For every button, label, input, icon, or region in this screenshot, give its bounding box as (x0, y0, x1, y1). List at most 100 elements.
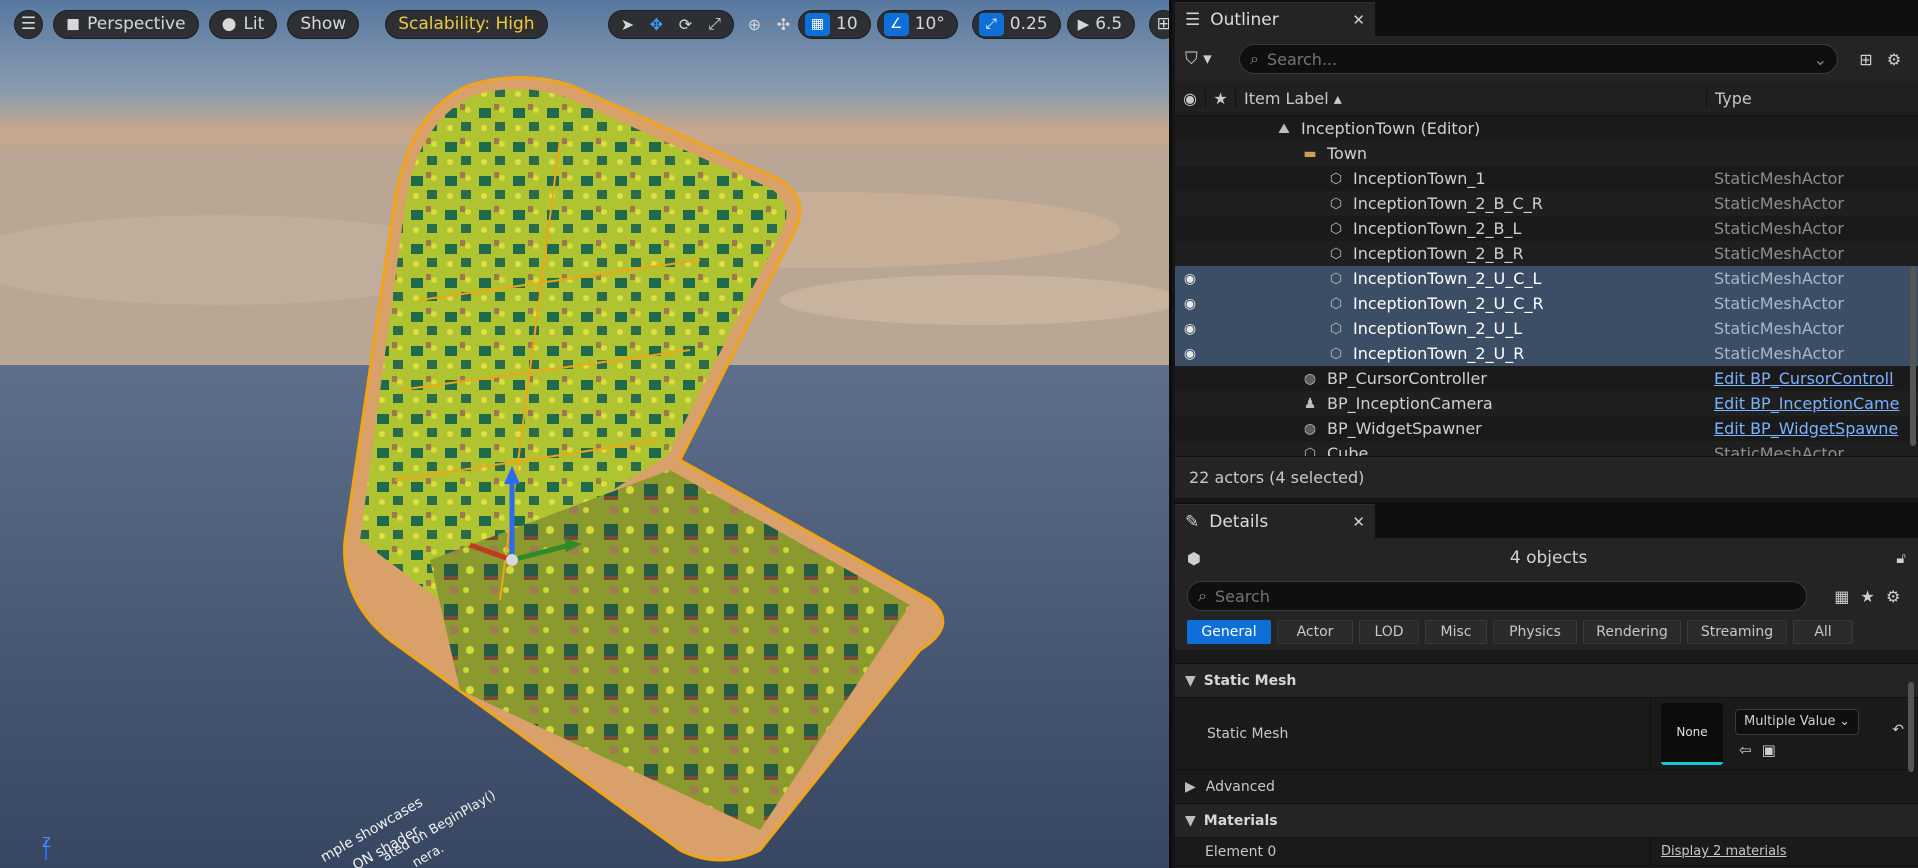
outliner-row[interactable]: ◍ BP_WidgetSpawner Edit BP_WidgetSpawne (1175, 416, 1918, 441)
details-scrollbar[interactable] (1908, 682, 1914, 772)
item-type-text: StaticMeshActor (1714, 444, 1844, 456)
static-mesh-section[interactable]: ▼ Static Mesh (1175, 664, 1918, 698)
scale-snap-group[interactable]: ⤢ 0.25 (971, 9, 1061, 39)
outliner-row-label: ◍ BP_CursorController (1235, 369, 1706, 388)
materials-section[interactable]: ▼ Materials (1175, 804, 1918, 838)
chevron-down-icon[interactable]: ⌄ (1814, 50, 1827, 69)
static-mesh-prop-label: Static Mesh (1207, 725, 1289, 742)
surface-snap-toggle[interactable]: ✣ (769, 12, 798, 37)
item-label-text: InceptionTown (Editor) (1301, 119, 1481, 138)
edit-blueprint-link[interactable]: Edit BP_CursorControll (1706, 369, 1918, 388)
grid-snap-group[interactable]: ▦ 10 (798, 9, 871, 39)
browse-folder-icon[interactable]: ▣ (1762, 741, 1776, 759)
scale-snap-value: 0.25 (1009, 14, 1048, 34)
add-folder-icon[interactable]: ⊞ (1852, 50, 1880, 69)
close-icon[interactable]: ✕ (1352, 11, 1365, 29)
scalability-button[interactable]: Scalability: High (385, 9, 548, 39)
element0-row: Element 0 Display 2 materials (1175, 838, 1918, 866)
search-icon: ⌕ (1198, 586, 1207, 605)
transform-tools: ➤ ✥ ⟳ ⤢ (608, 9, 734, 39)
outliner-search-input[interactable] (1266, 49, 1814, 69)
show-button[interactable]: Show (287, 9, 360, 39)
viewport-layout-button[interactable]: ⊞ (1149, 9, 1169, 39)
edit-blueprint-link[interactable]: Edit BP_WidgetSpawne (1706, 419, 1918, 438)
details-search[interactable]: ⌕ (1187, 581, 1807, 611)
type-column[interactable]: Type (1706, 89, 1918, 108)
item-label-column[interactable]: Item Label ▴ (1235, 89, 1706, 108)
viewport-scene[interactable] (0, 0, 1172, 868)
details-tab[interactable]: ✎ Details ✕ (1175, 504, 1375, 538)
category-physics[interactable]: Physics (1493, 620, 1577, 644)
category-all[interactable]: All (1793, 620, 1853, 644)
category-actor[interactable]: Actor (1277, 620, 1353, 644)
category-rendering[interactable]: Rendering (1583, 620, 1681, 644)
rotation-snap-group[interactable]: ∠ 10° (876, 9, 958, 39)
outliner-row[interactable]: ◉ ⬡ InceptionTown_2_U_L StaticMeshActor (1175, 316, 1918, 341)
outliner-row[interactable]: ⬡ InceptionTown_2_B_L StaticMeshActor (1175, 216, 1918, 241)
star-icon[interactable]: ★ (1855, 587, 1881, 606)
scale-tool[interactable]: ⤢ (700, 12, 729, 37)
item-type-text: StaticMeshActor (1714, 319, 1844, 338)
gear-icon[interactable]: ⚙ (1880, 50, 1908, 69)
lock-icon[interactable]: 🔓︎ (1896, 549, 1906, 567)
level-viewport[interactable]: mple showcases ON shader. ated on BeginP… (0, 0, 1172, 868)
use-selected-icon[interactable]: ⇦ (1739, 741, 1752, 759)
outliner-row[interactable]: ◉ ⬡ InceptionTown_2_U_C_L StaticMeshActor (1175, 266, 1918, 291)
outliner-row[interactable]: ◉ ⬡ InceptionTown_2_U_R StaticMeshActor (1175, 341, 1918, 366)
camera-speed-group[interactable]: ▶ 6.5 (1066, 9, 1136, 39)
category-lod[interactable]: LOD (1359, 620, 1419, 644)
category-misc[interactable]: Misc (1425, 620, 1487, 644)
mesh-combo-label: Multiple Value (1744, 714, 1836, 729)
lit-button[interactable]: ● Lit (208, 9, 278, 39)
close-icon[interactable]: ✕ (1352, 513, 1365, 531)
sphere-icon: ● (221, 14, 237, 34)
outliner-row[interactable]: ⛰ InceptionTown (Editor) (1175, 116, 1918, 141)
outliner-tab-title: Outliner (1210, 9, 1279, 30)
mesh-combo[interactable]: Multiple Value ⌄ (1735, 708, 1859, 735)
outliner-row[interactable]: ◍ BP_CursorController Edit BP_CursorContro… (1175, 366, 1918, 391)
surface-snap-icon: ✣ (776, 14, 791, 34)
table-view-icon[interactable]: ▦ (1829, 587, 1855, 606)
display-materials-link[interactable]: Display 2 materials (1661, 844, 1787, 859)
visibility-eye-icon[interactable]: ◉ (1175, 271, 1205, 287)
viewport-menu-button[interactable]: ☰ (14, 9, 43, 39)
mesh-thumbnail[interactable]: None (1661, 702, 1723, 765)
outliner-row-label: ⬡ InceptionTown_2_B_L (1235, 219, 1706, 238)
rotate-tool[interactable]: ⟳ (671, 12, 700, 37)
outliner-row[interactable]: ⬡ InceptionTown_2_B_C_R StaticMeshActor (1175, 191, 1918, 216)
outliner-row[interactable]: ⬡ InceptionTown_2_B_R StaticMeshActor (1175, 241, 1918, 266)
outliner-row[interactable]: ⬡ Cube StaticMeshActor (1175, 441, 1918, 456)
item-type-text: StaticMeshActor (1714, 194, 1844, 213)
outliner-tree[interactable]: ⛰ InceptionTown (Editor) ▬ Town ⬡ InceptionTo… (1175, 116, 1918, 456)
details-tab-title: Details (1209, 511, 1269, 532)
select-tool[interactable]: ➤ (613, 12, 642, 37)
visibility-column-icon[interactable]: ◉ (1175, 89, 1205, 108)
hamburger-icon: ☰ (20, 14, 37, 34)
visibility-eye-icon[interactable]: ◉ (1175, 321, 1205, 337)
advanced-row[interactable]: ▶ Advanced (1175, 770, 1918, 804)
outliner-tab[interactable]: ☰ Outliner ✕ (1175, 2, 1375, 36)
translate-tool[interactable]: ✥ (642, 12, 671, 37)
world-local-toggle[interactable]: ⊕ (740, 12, 769, 37)
outliner-row[interactable]: ▬ Town (1175, 141, 1918, 166)
edit-blueprint-link[interactable]: Edit BP_InceptionCame (1706, 394, 1918, 413)
item-label-text: InceptionTown_1 (1353, 169, 1486, 188)
outliner-search[interactable]: ⌕ ⌄ (1239, 44, 1838, 74)
outliner-row[interactable]: ♟ BP_InceptionCamera Edit BP_InceptionCame (1175, 391, 1918, 416)
filter-button[interactable]: ⛉ ▾ (1185, 49, 1231, 69)
outliner-row[interactable]: ◉ ⬡ InceptionTown_2_U_C_R StaticMeshActor (1175, 291, 1918, 316)
visibility-eye-icon[interactable]: ◉ (1175, 346, 1205, 362)
triangle-down-icon: ▼ (1185, 812, 1196, 829)
reset-arrow-icon[interactable]: ↶ (1892, 722, 1904, 738)
perspective-button[interactable]: ◼ Perspective (53, 9, 199, 39)
category-general[interactable]: General (1187, 620, 1271, 644)
category-streaming[interactable]: Streaming (1687, 620, 1787, 644)
angle-icon: ∠ (883, 12, 909, 36)
details-search-input[interactable] (1214, 586, 1796, 606)
gear-icon[interactable]: ⚙ (1880, 587, 1906, 606)
scale-snap-icon: ⤢ (978, 12, 1004, 36)
outliner-row[interactable]: ⬡ InceptionTown_1 StaticMeshActor (1175, 166, 1918, 191)
visibility-eye-icon[interactable]: ◉ (1175, 296, 1205, 312)
outliner-scrollbar[interactable] (1910, 266, 1916, 446)
star-icon[interactable]: ★ (1205, 89, 1235, 108)
